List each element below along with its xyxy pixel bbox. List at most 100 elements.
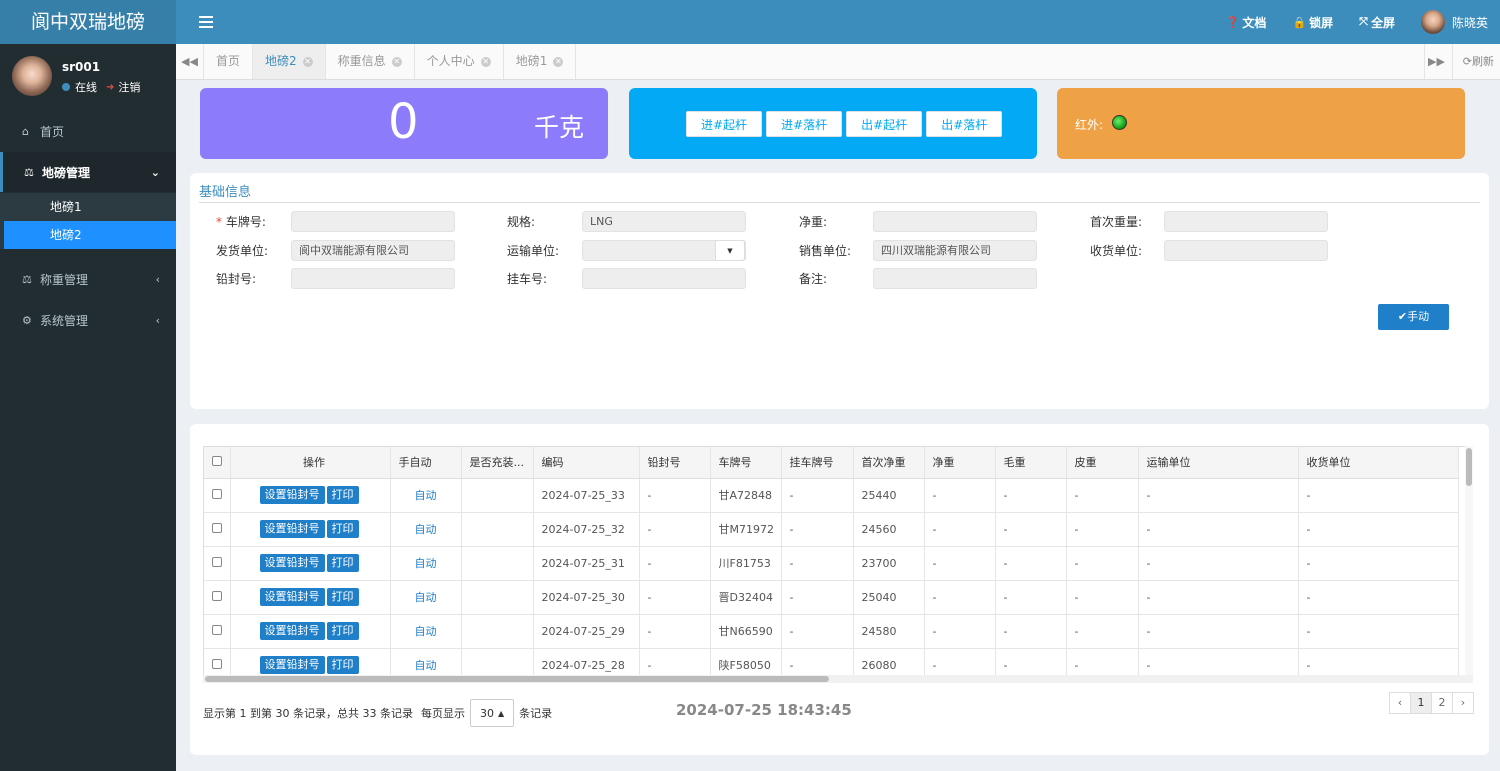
caret-down-icon[interactable]: ▼ [715,240,745,261]
column-header[interactable]: 车牌号 [710,447,782,479]
row-select-cell [204,478,231,513]
first-weight-field[interactable] [1164,211,1328,232]
column-header[interactable]: 净重 [924,447,996,479]
sidebar-item-home[interactable]: ⌂ 首页 [0,111,176,151]
page-2-button[interactable]: 2 [1431,692,1453,714]
print-button[interactable]: 打印 [326,656,359,674]
row-checkbox[interactable] [212,522,222,533]
tab-bar: ◀◀ 首页 地磅2 ✕ 称重信息 ✕ 个人中心 ✕ 地磅1 ✕ ▶▶ ⟳刷新 [176,44,1500,80]
exit-raise-button[interactable]: 出#起杆 [846,111,923,137]
prev-page-button[interactable]: ‹ [1389,692,1411,714]
sidebar-item-system-mgmt[interactable]: ⚙ 系统管理 ‹ [0,300,176,340]
table-row[interactable]: 设置铅封号 打印 自动 2024-07-25_30- 晋D32404-25040- - - -… [204,580,1459,615]
fullscreen-link[interactable]: ⤧ 全屏 [1359,14,1395,31]
remark-field[interactable] [873,268,1037,289]
column-header[interactable]: 铅封号 [639,447,711,479]
row-select-cell [204,512,231,547]
column-header[interactable]: 编码 [533,447,640,479]
sidebar-item-weighbridge-mgmt[interactable]: ⚖ 地磅管理 ⌄ [0,152,176,192]
cell-plate: 甘A72848 [710,478,782,513]
refresh-button[interactable]: ⟳刷新 [1451,44,1494,79]
close-icon[interactable]: ✕ [480,56,491,67]
print-button[interactable]: 打印 [326,622,359,640]
doc-link[interactable]: ❓ 文档 [1226,14,1267,31]
print-button[interactable]: 打印 [326,554,359,572]
tab-weighbridge-2[interactable]: 地磅2 ✕ [253,44,326,79]
plate-field[interactable] [291,211,455,232]
column-header[interactable]: 毛重 [995,447,1067,479]
sidebar-item-label: 称重管理 [40,272,89,287]
receiver-field[interactable] [1164,240,1328,261]
set-seal-button[interactable]: 设置铅封号 [259,486,325,504]
trailer-field[interactable] [582,268,746,289]
set-seal-button[interactable]: 设置铅封号 [259,520,325,538]
print-button[interactable]: 打印 [326,486,359,504]
row-checkbox[interactable] [212,658,222,669]
sidebar-item-weighing-mgmt[interactable]: ⚖ 称重管理 ‹ [0,259,176,299]
entry-raise-button[interactable]: 进#起杆 [686,111,763,137]
set-seal-button[interactable]: 设置铅封号 [259,554,325,572]
cell-net: - [924,580,996,615]
sidebar-item-weighbridge-1[interactable]: 地磅1 [0,193,176,221]
basic-info-panel: 基础信息 * 车牌号: 规格: LNG 净重: 首次重量: 发货单位: 阆中双瑞… [190,173,1489,409]
net-field[interactable] [873,211,1037,232]
tab-scroll-left-icon[interactable]: ◀◀ [176,44,204,79]
logout-link[interactable]: 注销 [118,79,140,95]
column-header[interactable]: 运输单位 [1138,447,1299,479]
manual-button[interactable]: ✔手动 [1378,304,1449,330]
close-icon[interactable]: ✕ [391,56,402,67]
tab-weighing-info[interactable]: 称重信息 ✕ [326,44,415,79]
scroll-thumb[interactable] [1466,448,1472,486]
row-checkbox[interactable] [212,488,222,499]
page-1-button[interactable]: 1 [1410,692,1432,714]
column-header[interactable]: 收货单位 [1298,447,1459,479]
column-header[interactable]: 皮重 [1066,447,1139,479]
row-checkbox[interactable] [212,624,222,635]
table-row[interactable]: 设置铅封号 打印 自动 2024-07-25_32- 甘M71972-24560- - - -… [204,512,1459,547]
exit-lower-button[interactable]: 出#落杆 [926,111,1003,137]
print-button[interactable]: 打印 [326,520,359,538]
table-row[interactable]: 设置铅封号 打印 自动 2024-07-25_29- 甘N66590-24580- - - -… [204,614,1459,649]
column-header[interactable]: 挂车牌号 [781,447,854,479]
horizontal-scrollbar[interactable] [203,675,1473,683]
doc-label: 文档 [1242,15,1267,30]
close-icon[interactable]: ✕ [302,56,313,67]
shipper-field[interactable]: 阆中双瑞能源有限公司 [291,240,455,261]
table-row[interactable]: 设置铅封号 打印 自动 2024-07-25_28- 陕F58050-26080- - - -… [204,648,1459,675]
close-icon[interactable]: ✕ [553,56,564,67]
print-button[interactable]: 打印 [326,588,359,606]
row-checkbox[interactable] [212,590,222,601]
tab-home[interactable]: 首页 [204,44,254,79]
column-header[interactable]: 操作 [230,447,391,479]
column-header[interactable]: 手自动 [390,447,462,479]
column-header[interactable]: 是否充装... [461,447,534,479]
table-row[interactable]: 设置铅封号 打印 自动 2024-07-25_33- 甘A72848-25440- - - -… [204,478,1459,513]
tab-weighbridge-1[interactable]: 地磅1 ✕ [504,44,577,79]
page-size-select[interactable]: 30 ▲ [469,699,515,727]
seal-field[interactable] [291,268,455,289]
carrier-select[interactable]: ▼ [582,240,746,261]
entry-lower-button[interactable]: 进#落杆 [766,111,843,137]
row-select-cell [204,614,231,649]
sidebar-toggle-icon[interactable] [199,13,213,31]
vertical-scrollbar[interactable] [1465,446,1473,676]
logout-icon[interactable]: ➜ [106,82,114,93]
tab-scroll-right-icon[interactable]: ▶▶ [1424,44,1448,79]
sidebar-item-weighbridge-2[interactable]: 地磅2 [4,221,176,249]
scroll-thumb[interactable] [205,676,829,682]
next-page-button[interactable]: › [1452,692,1474,714]
set-seal-button[interactable]: 设置铅封号 [259,656,325,674]
table-row[interactable]: 设置铅封号 打印 自动 2024-07-25_31- 川F81753-23700- - - -… [204,546,1459,581]
select-all-checkbox[interactable] [212,455,222,466]
tab-personal-center[interactable]: 个人中心 ✕ [415,44,504,79]
spec-field[interactable]: LNG [582,211,746,232]
app-title[interactable]: 阆中双瑞地磅 [0,0,176,44]
seller-field[interactable]: 四川双瑞能源有限公司 [873,240,1037,261]
column-header[interactable]: 首次净重 [853,447,925,479]
lock-screen-link[interactable]: 🔒 锁屏 [1292,14,1333,31]
cell-plate: 川F81753 [710,546,782,581]
set-seal-button[interactable]: 设置铅封号 [259,622,325,640]
row-checkbox[interactable] [212,556,222,567]
user-menu[interactable]: 陈晓英 [1420,10,1488,34]
set-seal-button[interactable]: 设置铅封号 [259,588,325,606]
